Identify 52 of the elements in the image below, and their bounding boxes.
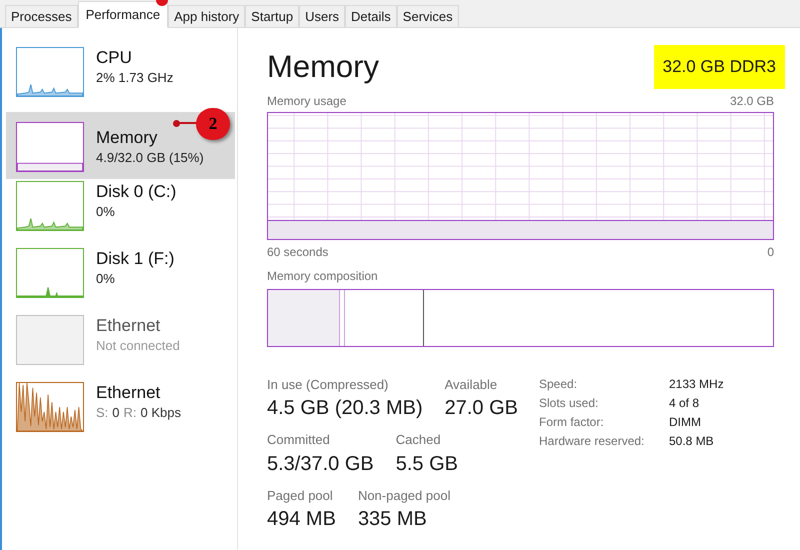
property-label: Form factor: [539, 414, 605, 430]
stat-label: Cached [396, 431, 442, 449]
item-title: CPU [96, 47, 133, 69]
stat-label: In use (Compressed) [267, 376, 390, 394]
item-subtitle: Not connected [96, 337, 180, 355]
stat-value: 494 MB [267, 507, 336, 532]
tab[interactable]: Services [396, 5, 459, 28]
detail-value: 0 [112, 404, 120, 422]
item-title: Memory [96, 126, 158, 148]
stat-value: 5.3/37.0 GB [267, 452, 374, 476]
graph-min-label: 0 [767, 244, 774, 260]
composition-label: Memory composition [267, 268, 379, 284]
sidebar-item[interactable]: Disk 1 (F:) 0% [6, 246, 235, 313]
tab[interactable]: Performance [78, 1, 168, 28]
tab[interactable]: Users [299, 5, 346, 28]
property-label: Hardware reserved: [539, 432, 646, 450]
tab[interactable]: Processes [5, 5, 78, 28]
property-label: Slots used: [539, 394, 600, 412]
item-title: Ethernet [96, 315, 162, 337]
property-value: 4 of 8 [669, 394, 700, 412]
tab[interactable]: Details [345, 5, 397, 28]
stat-label: Committed [267, 431, 331, 449]
stat-label: Non-paged pool [358, 486, 450, 505]
item-subtitle: 0% [96, 270, 116, 288]
stat-label: Available [444, 376, 498, 394]
property-value: 50.8 MB [669, 432, 715, 450]
item-title: Ethernet [96, 382, 162, 404]
tab[interactable]: Startup [245, 5, 300, 28]
stat-value: 4.5 GB (20.3 MB) [267, 396, 423, 421]
panel-title: Memory [267, 49, 379, 85]
item-subtitle: 4.9/32.0 GB (15%) [96, 148, 204, 166]
time-span-label: 60 seconds [267, 244, 328, 260]
sidebar-item[interactable]: Disk 0 (C:) 0% [6, 179, 235, 246]
item-subtitle: 0% [96, 203, 116, 221]
memory-type-label: 32.0 GB DDR3 [654, 45, 785, 88]
tab[interactable]: App history [168, 5, 246, 28]
property-value: DIMM [669, 414, 702, 430]
property-label: Speed: [539, 376, 578, 392]
item-title: Disk 0 (C:) [96, 181, 176, 203]
graph-label: Memory usage [267, 92, 346, 110]
graph-max-label: 32.0 GB [730, 92, 774, 110]
property-value: 2133 MHz [669, 376, 724, 392]
detail-label: R: [124, 404, 137, 422]
stat-value: 5.5 GB [396, 452, 458, 476]
sidebar-item[interactable]: Ethernet S: 0 R: 0 Kbps [6, 380, 235, 447]
item-subtitle: 2% 1.73 GHz [96, 69, 174, 87]
stat-value: 27.0 GB [444, 396, 518, 421]
detail-value: 0 Kbps [140, 404, 182, 422]
stat-value: 335 MB [358, 507, 428, 532]
stat-label: Paged pool [267, 486, 334, 505]
detail-label: S: [96, 404, 108, 422]
item-title: Disk 1 (F:) [96, 248, 174, 270]
